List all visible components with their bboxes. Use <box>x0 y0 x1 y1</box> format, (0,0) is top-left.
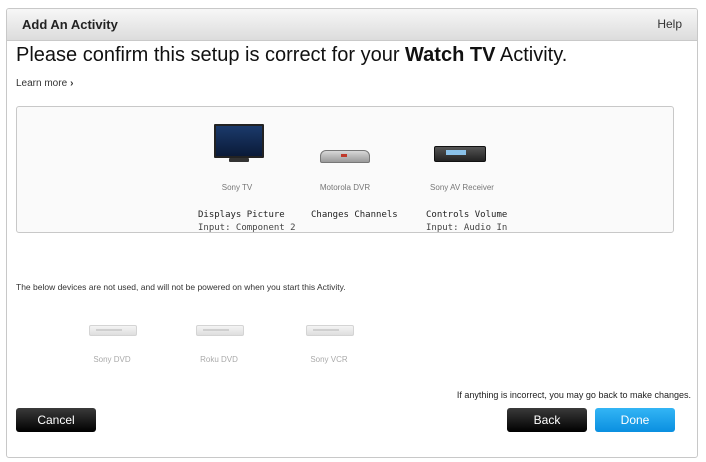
device-name-sony-tv: Sony TV <box>221 183 253 192</box>
device-name-sony-vcr: Sony VCR <box>310 355 348 364</box>
page-title: Please confirm this setup is correct for… <box>16 44 568 66</box>
device-name-sony-av-receiver: Sony AV Receiver <box>430 183 494 192</box>
dvr-indicator-icon <box>341 154 347 157</box>
device-name-roku-dvd: Roku DVD <box>200 355 238 364</box>
help-link[interactable]: Help <box>657 17 682 31</box>
learn-more-link[interactable]: Learn more › <box>16 78 73 89</box>
device-role-sony-av-receiver: Controls Volume Input: Audio In <box>426 210 508 233</box>
go-back-note: If anything is incorrect, you may go bac… <box>456 390 691 400</box>
cancel-button[interactable]: Cancel <box>16 408 96 432</box>
window-title: Add An Activity <box>22 17 118 32</box>
tv-icon <box>214 124 264 158</box>
dvd-player-icon <box>196 325 244 336</box>
tv-stand-icon <box>229 158 249 162</box>
receiver-display-icon <box>446 150 466 155</box>
back-button[interactable]: Back <box>507 408 587 432</box>
device-name-sony-dvd: Sony DVD <box>93 355 131 364</box>
chevron-right-icon: › <box>70 78 74 89</box>
activity-name: Watch TV <box>405 44 496 66</box>
device-role-motorola-dvr: Changes Channels <box>311 210 398 220</box>
done-button[interactable]: Done <box>595 408 675 432</box>
device-name-motorola-dvr: Motorola DVR <box>319 183 371 192</box>
title-bar: Add An Activity Help <box>7 9 697 41</box>
dvd-player-icon <box>89 325 137 336</box>
device-role-sony-tv: Displays Picture Input: Component 2 <box>198 210 296 233</box>
unused-devices-note: The below devices are not used, and will… <box>16 282 346 292</box>
vcr-icon <box>306 325 354 336</box>
